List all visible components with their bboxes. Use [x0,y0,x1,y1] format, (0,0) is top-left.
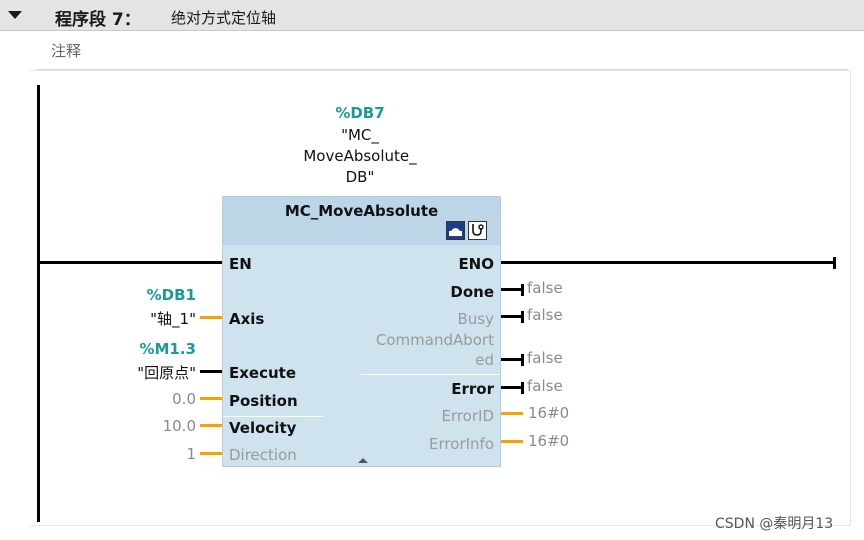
pin-eno: ENO [458,255,494,273]
instance-db-address[interactable]: %DB7 [300,104,420,122]
axis-operand-address[interactable]: %DB1 [110,286,196,304]
axis-operand-name[interactable]: "轴_1" [100,308,196,329]
segment-comment[interactable]: 注释 [36,37,848,70]
power-rail [37,85,40,522]
segment-name[interactable]: 绝对方式定位轴 [171,7,276,28]
done-wire [501,288,523,291]
busy-value[interactable]: false [527,306,563,324]
error-info-wire [501,440,523,443]
instance-db-name-line1[interactable]: "MC_ [290,125,430,146]
busy-wire [501,315,523,318]
segment-header[interactable]: 程序段 7： 绝对方式定位轴 [0,0,864,31]
position-wire [200,397,222,400]
pin-en: EN [229,255,252,273]
direction-wire [200,452,222,455]
en-wire[interactable] [40,261,222,264]
execute-operand-name[interactable]: "回原点" [100,362,196,383]
execute-operand-address[interactable]: %M1.3 [110,340,196,358]
error-value[interactable]: false [527,377,563,395]
error-terminal [521,382,524,394]
command-aborted-wire [501,358,523,361]
segment-title: 程序段 7： [55,10,141,30]
expand-pins-icon[interactable] [358,458,368,463]
velocity-value[interactable]: 10.0 [136,417,196,435]
command-aborted-terminal [521,354,524,366]
direction-value[interactable]: 1 [136,445,196,463]
pin-axis: Axis [229,310,265,328]
eno-wire[interactable] [501,261,835,264]
mc-moveabsolute-block[interactable]: MC_MoveAbsolute EN Axis Execute Position… [222,196,501,467]
axis-wire [200,316,222,319]
pin-command-aborted-1: CommandAbort [375,331,494,349]
rung-end [833,257,836,269]
error-id-wire [501,412,523,415]
diagnostics-icon[interactable] [468,221,487,240]
pin-done: Done [450,283,494,301]
command-aborted-value[interactable]: false [527,349,563,367]
pin-position: Position [229,392,298,410]
position-value[interactable]: 0.0 [136,390,196,408]
input-separator [223,416,323,417]
velocity-wire [200,424,222,427]
pin-execute: Execute [229,364,297,382]
axis-icon[interactable] [446,221,465,240]
pin-error: Error [451,380,494,398]
done-terminal [521,284,524,296]
instance-db-name-line2[interactable]: MoveAbsolute_ [290,146,430,167]
execute-wire [200,370,222,373]
done-value[interactable]: false [527,279,563,297]
busy-terminal [521,311,524,323]
error-info-value[interactable]: 16#0 [528,432,569,450]
block-title: MC_MoveAbsolute [284,202,439,220]
collapse-arrow-icon[interactable] [8,11,22,19]
watermark: CSDN @秦明月13 [715,516,834,532]
pin-direction: Direction [229,446,297,464]
pin-error-id: ErrorID [441,407,494,425]
pin-busy: Busy [457,310,495,328]
pin-command-aborted-2: ed [475,351,494,369]
instance-db-name-line3[interactable]: DB" [290,167,430,188]
block-header: MC_MoveAbsolute [223,197,500,245]
output-separator [361,374,500,375]
comment-text[interactable]: 注释 [51,40,81,61]
pin-velocity: Velocity [229,419,297,437]
error-id-value[interactable]: 16#0 [528,404,569,422]
pin-error-info: ErrorInfo [429,435,494,453]
error-wire [501,386,523,389]
